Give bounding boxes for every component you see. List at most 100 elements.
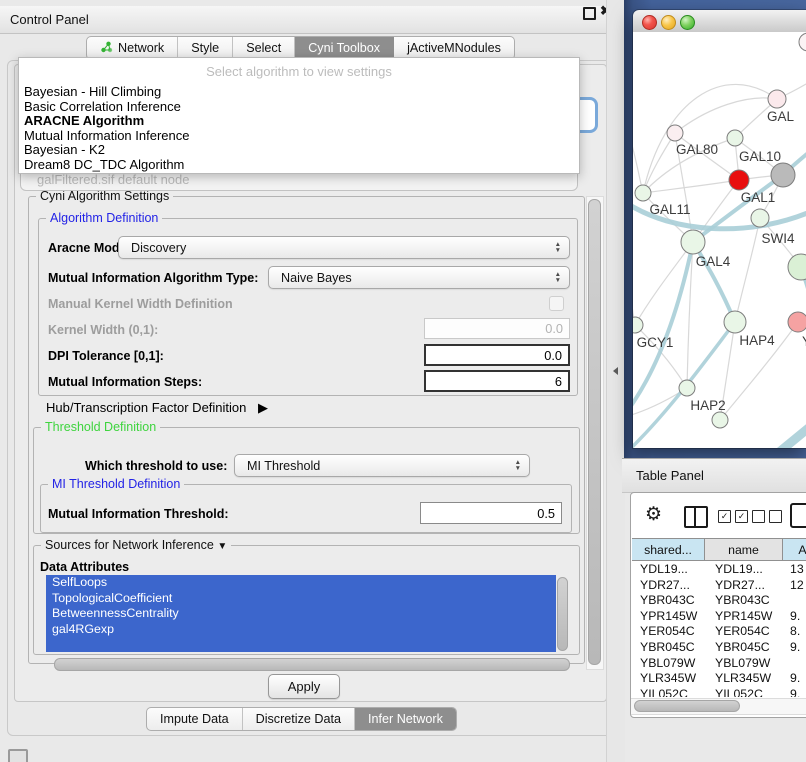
node-label-gal10: GAL10: [739, 149, 781, 164]
tab-cyni-toolbox[interactable]: Cyni Toolbox: [295, 37, 394, 59]
network-window-titlebar[interactable]: [633, 10, 806, 33]
close-traffic-icon[interactable]: [642, 15, 657, 30]
table-row[interactable]: YLR345WYLR345W9.: [632, 671, 806, 687]
table-row[interactable]: YBL079WYBL079W: [632, 656, 806, 672]
gear-icon[interactable]: ⚙: [645, 503, 662, 526]
tab-style[interactable]: Style: [178, 37, 233, 59]
deselect-all-columns-icon[interactable]: [752, 510, 782, 523]
select-all-columns-icon[interactable]: ✓ ✓: [718, 510, 748, 523]
node[interactable]: [788, 254, 806, 280]
dpi-tolerance-input[interactable]: [424, 344, 570, 366]
attribute-item-topologicalcoefficient[interactable]: TopologicalCoefficient: [46, 591, 556, 607]
node-label-swi4: SWI4: [761, 231, 794, 246]
node-label-gal4: GAL4: [696, 254, 731, 269]
algorithm-option-bayesian-k2[interactable]: Bayesian - K2: [19, 143, 579, 158]
tab-infer-network[interactable]: Infer Network: [355, 708, 456, 730]
network-window[interactable]: GALGAL80GAL10GAL1GAL11SWI4GAL4GCY1HAP4YH…: [633, 10, 806, 448]
dock-mini-icon[interactable]: [8, 749, 28, 762]
node-gal10[interactable]: [727, 130, 743, 146]
node-gal1[interactable]: [729, 170, 749, 190]
attribute-item-selfloops[interactable]: SelfLoops: [46, 575, 556, 591]
hub-section-label: Hub/Transcription Factor Definition: [46, 400, 246, 415]
algorithm-select-popup: Select algorithm to view settings Bayesi…: [18, 57, 580, 174]
mi-type-value: Naive Bayes: [281, 271, 549, 285]
network-icon: [100, 41, 113, 56]
aracne-mode-combo[interactable]: Discovery ▲▼: [118, 236, 570, 259]
column-layout-icon[interactable]: [684, 506, 708, 528]
table-cell: YPR145W: [632, 609, 713, 625]
table-hscroll-thumb[interactable]: [634, 700, 740, 712]
table-row[interactable]: YDL19...YDL19...13: [632, 562, 806, 578]
table-row[interactable]: YPR145WYPR145W9.: [632, 609, 806, 625]
hub-section-toggle[interactable]: Hub/Transcription Factor Definition ▶: [46, 400, 268, 416]
network-canvas[interactable]: GALGAL80GAL10GAL1GAL11SWI4GAL4GCY1HAP4YH…: [633, 32, 806, 448]
table-rows: YDL19...YDL19...13YDR27...YDR27...12YBR0…: [632, 562, 806, 697]
algorithm-option-bayesian-hill-climbing[interactable]: Bayesian - Hill Climbing: [19, 85, 579, 100]
tab-select-label: Select: [246, 41, 281, 55]
table-row[interactable]: YBR043CYBR043C: [632, 593, 806, 609]
node-hap4[interactable]: [724, 311, 746, 333]
splitter-collapse-icon[interactable]: [613, 367, 618, 375]
zoom-traffic-icon[interactable]: [680, 15, 695, 30]
node-label-hap4: HAP4: [739, 333, 775, 348]
node-gal80[interactable]: [667, 125, 683, 141]
settings-vscroll-thumb[interactable]: [588, 199, 601, 665]
minimize-traffic-icon[interactable]: [661, 15, 676, 30]
table-cell: 13: [783, 562, 806, 578]
which-threshold-combo[interactable]: MI Threshold ▲▼: [234, 454, 530, 477]
collapse-down-icon[interactable]: ▼: [217, 541, 227, 552]
algorithm-option-basic-correlation-inference[interactable]: Basic Correlation Inference: [19, 100, 579, 115]
node[interactable]: [771, 163, 795, 187]
table-cell: YDR27...: [705, 578, 793, 594]
data-attributes-list[interactable]: SelfLoopsTopologicalCoefficientBetweenne…: [46, 575, 556, 652]
mi-threshold-input[interactable]: [420, 502, 562, 524]
attribute-item-betweennesscentrality[interactable]: BetweennessCentrality: [46, 606, 556, 622]
tab-network[interactable]: Network: [87, 37, 178, 59]
column-header-shared[interactable]: shared...: [632, 538, 705, 561]
checked-box-icon: ✓: [718, 510, 731, 523]
attribute-item-gal4rgexp[interactable]: gal4RGexp: [46, 622, 556, 638]
node-y[interactable]: [788, 312, 806, 332]
column-header-name[interactable]: name: [705, 538, 783, 561]
mi-steps-input[interactable]: [424, 370, 570, 392]
control-panel-titlebar: Control Panel: [0, 6, 618, 34]
tab-jactivemnodules[interactable]: jActiveMNodules: [394, 37, 514, 59]
node-gal11[interactable]: [635, 185, 651, 201]
table-cell: 9.: [783, 640, 806, 656]
table-row[interactable]: YDR27...YDR27...12: [632, 578, 806, 594]
node[interactable]: [799, 33, 806, 51]
checked-box-icon: ✓: [735, 510, 748, 523]
column-header-a[interactable]: A: [783, 538, 806, 561]
float-icon[interactable]: [583, 7, 596, 20]
node-gal4[interactable]: [681, 230, 705, 254]
settings-hscroll-thumb[interactable]: [54, 658, 570, 671]
node-gal[interactable]: [768, 90, 786, 108]
tab-select[interactable]: Select: [233, 37, 295, 59]
stepper-icon: ▲▼: [555, 242, 561, 253]
mi-type-combo[interactable]: Naive Bayes ▲▼: [268, 266, 570, 289]
node[interactable]: [712, 412, 728, 428]
screenshot-root: Control Panel ✖ NetworkStyleSelectCyni T…: [0, 0, 806, 762]
algorithm-option-aracne-algorithm[interactable]: ARACNE Algorithm: [19, 114, 579, 129]
tab-discretize-data[interactable]: Discretize Data: [243, 708, 355, 730]
attributes-scrollbar[interactable]: [557, 577, 568, 651]
apply-button[interactable]: Apply: [268, 674, 340, 699]
algorithm-option-mutual-information-inference[interactable]: Mutual Information Inference: [19, 129, 579, 144]
node-label-gal1: GAL1: [741, 190, 776, 205]
table-row[interactable]: YER054CYER054C8.: [632, 624, 806, 640]
kernel-width-input[interactable]: [424, 318, 570, 339]
table-row[interactable]: YIL052CYIL052C9.: [632, 687, 806, 697]
mi-threshold-legend: MI Threshold Definition: [48, 477, 184, 492]
node-hap2[interactable]: [679, 380, 695, 396]
node-label-y: Y: [802, 334, 806, 349]
algorithm-option-dream8-dc-tdc-algorithm[interactable]: Dream8 DC_TDC Algorithm: [19, 158, 579, 173]
node-swi4[interactable]: [751, 209, 769, 227]
new-table-icon[interactable]: [790, 503, 806, 528]
mi-threshold-label: Mutual Information Threshold:: [48, 507, 229, 521]
panel-divider[interactable]: [606, 0, 625, 762]
manual-kernel-checkbox[interactable]: [549, 296, 564, 311]
table-row[interactable]: YBR045CYBR045C9.: [632, 640, 806, 656]
table-cell: YER054C: [705, 624, 793, 640]
tab-impute-data[interactable]: Impute Data: [147, 708, 243, 730]
table-cell: YDL19...: [632, 562, 713, 578]
